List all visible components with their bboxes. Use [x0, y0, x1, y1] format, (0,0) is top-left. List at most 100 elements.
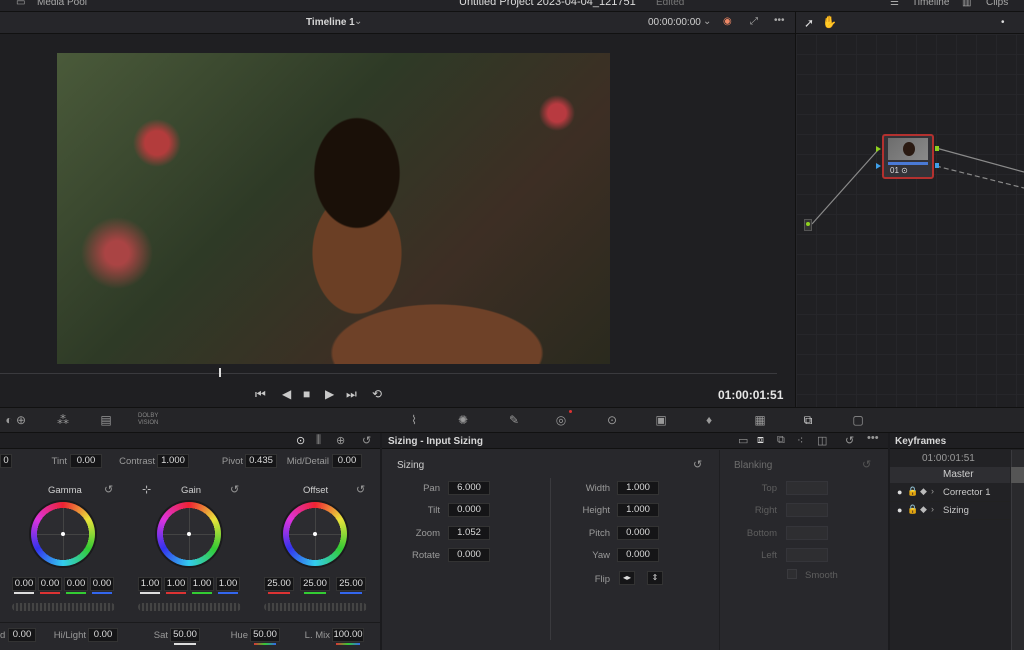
color-picker-icon[interactable]: ◉: [723, 16, 732, 27]
stop-icon[interactable]: ■: [303, 387, 310, 401]
pitch-field[interactable]: 0.000: [617, 526, 659, 540]
node-sizing-icon[interactable]: ⁖: [797, 434, 803, 447]
output-sizing-icon[interactable]: ⧉: [777, 434, 785, 447]
tint-field[interactable]: 0.00: [70, 454, 102, 468]
input-sizing-icon[interactable]: ⧈: [757, 434, 764, 447]
sizing-reset-icon[interactable]: ↺: [845, 434, 854, 447]
gamma-b-field[interactable]: 0.00: [90, 577, 114, 591]
gain-b-field[interactable]: 1.00: [216, 577, 240, 591]
more-options-icon[interactable]: •••: [774, 15, 785, 26]
gamma-y-field[interactable]: 0.00: [12, 577, 36, 591]
clips-button[interactable]: Clips: [986, 0, 1008, 8]
color-warper-icon[interactable]: ✺: [454, 413, 472, 427]
reference-sizing-icon[interactable]: ◫: [817, 434, 827, 447]
primaries-log-icon[interactable]: ⊕: [336, 434, 345, 447]
zoom-field[interactable]: 1.052: [448, 526, 490, 540]
window-icon[interactable]: ◎: [552, 413, 570, 427]
left-value-field[interactable]: 0: [0, 454, 12, 468]
qualifier-icon[interactable]: ✎: [505, 413, 523, 427]
sat-field[interactable]: 50.00: [170, 628, 200, 642]
sizing-section-reset-icon[interactable]: ↺: [693, 458, 702, 471]
gamma-master-jog[interactable]: [12, 603, 115, 611]
primaries-wheel-mode-icon[interactable]: ⊙: [296, 434, 305, 447]
hilight-field[interactable]: 0.00: [88, 628, 118, 642]
sizing-visibility-icon[interactable]: ●: [897, 505, 902, 515]
skip-to-end-icon[interactable]: ⏭: [346, 387, 357, 402]
gamma-r-field[interactable]: 0.00: [38, 577, 62, 591]
pointer-icon[interactable]: ➚: [804, 16, 814, 30]
play-icon[interactable]: ▶: [325, 387, 334, 401]
viewer-image[interactable]: [57, 53, 610, 364]
blanking-bottom-field[interactable]: [786, 526, 828, 540]
offset-master-jog[interactable]: [264, 603, 367, 611]
corrector-keyframe-icon[interactable]: ◆: [920, 486, 927, 497]
offset-wheel[interactable]: [283, 502, 347, 566]
scrub-bar[interactable]: [0, 373, 777, 374]
dolby-vision-label[interactable]: DOLBY VISION: [138, 413, 158, 427]
loop-icon[interactable]: ⟲: [372, 387, 382, 401]
hand-icon[interactable]: ✋: [822, 15, 837, 29]
reverse-play-icon[interactable]: ◀: [282, 387, 291, 401]
flip-horizontal-button[interactable]: ◂▸: [619, 571, 635, 585]
pan-field[interactable]: 6.000: [448, 481, 490, 495]
sizing-more-icon[interactable]: •••: [867, 432, 879, 444]
blanking-left-field[interactable]: [786, 548, 828, 562]
rotate-field[interactable]: 0.000: [448, 548, 490, 562]
gain-master-jog[interactable]: [138, 603, 241, 611]
skip-to-start-icon[interactable]: ⏮: [255, 387, 266, 402]
clips-icon[interactable]: ▥: [962, 0, 971, 8]
corrector-lock-icon[interactable]: 🔒: [907, 486, 918, 497]
magic-mask-icon[interactable]: ▣: [652, 413, 670, 427]
gain-y-field[interactable]: 1.00: [138, 577, 162, 591]
gain-reset-icon[interactable]: ↺: [230, 483, 239, 496]
mid-detail-field[interactable]: 0.00: [332, 454, 362, 468]
sizing-lock-icon[interactable]: 🔒: [907, 504, 918, 515]
primaries-reset-icon[interactable]: ↺: [362, 434, 371, 447]
offset-r-field[interactable]: 25.00: [264, 577, 294, 591]
playhead[interactable]: [219, 368, 221, 377]
blanking-reset-icon[interactable]: ↺: [862, 458, 871, 471]
crosshair-icon[interactable]: ⊹: [142, 483, 151, 496]
media-pool-label[interactable]: Media Pool: [37, 0, 87, 8]
lmix-field[interactable]: 100.00: [332, 628, 364, 642]
source-timecode[interactable]: 00:00:00:00: [648, 17, 701, 28]
gamma-g-field[interactable]: 0.00: [64, 577, 88, 591]
gamma-reset-icon[interactable]: ↺: [104, 483, 113, 496]
3d-icon[interactable]: ▢: [849, 413, 867, 427]
gain-g-field[interactable]: 1.00: [190, 577, 214, 591]
key-icon[interactable]: ▦: [751, 413, 769, 427]
keyframes-playhead[interactable]: [1011, 467, 1024, 483]
hue-field[interactable]: 50.00: [250, 628, 280, 642]
timecode-chevron-icon[interactable]: ⌄: [703, 16, 711, 27]
timeline-button[interactable]: Timeline: [912, 0, 949, 8]
offset-reset-icon[interactable]: ↺: [356, 483, 365, 496]
sizing-keyframe-icon[interactable]: ◆: [920, 504, 927, 515]
keyframes-row-corrector[interactable]: ● 🔒 ◆ › Corrector 1: [890, 484, 1010, 502]
contrast-field[interactable]: 1.000: [157, 454, 189, 468]
sizing-icon[interactable]: ⧉: [799, 413, 817, 427]
hdr-wheels-icon[interactable]: ⊕: [12, 413, 30, 427]
corrector-visibility-icon[interactable]: ●: [897, 487, 902, 497]
gain-wheel[interactable]: [157, 502, 221, 566]
tilt-field[interactable]: 0.000: [448, 503, 490, 517]
motion-effects-icon[interactable]: ▤: [97, 413, 115, 427]
rgb-mixer-icon[interactable]: ⁂: [54, 413, 72, 427]
curves-icon[interactable]: ⌇: [405, 413, 423, 427]
offset-b-field[interactable]: 25.00: [336, 577, 366, 591]
smooth-checkbox[interactable]: [787, 569, 797, 579]
blanking-top-field[interactable]: [786, 481, 828, 495]
pivot-field[interactable]: 0.435: [245, 454, 277, 468]
edit-sizing-icon[interactable]: ▭: [738, 434, 748, 447]
blur-icon[interactable]: ♦: [700, 413, 718, 427]
flip-vertical-button[interactable]: ⇕: [647, 571, 663, 585]
corrector-expand-icon[interactable]: ›: [931, 486, 934, 496]
keyframes-row-sizing[interactable]: ● 🔒 ◆ › Sizing: [890, 502, 1010, 520]
gain-r-field[interactable]: 1.00: [164, 577, 188, 591]
blanking-right-field[interactable]: [786, 503, 828, 517]
fullscreen-icon[interactable]: ⤢: [750, 16, 758, 27]
height-field[interactable]: 1.000: [617, 503, 659, 517]
corrector-node-01[interactable]: 01 ⊙: [882, 134, 934, 179]
width-field[interactable]: 1.000: [617, 481, 659, 495]
gamma-wheel[interactable]: [31, 502, 95, 566]
offset-g-field[interactable]: 25.00: [300, 577, 330, 591]
